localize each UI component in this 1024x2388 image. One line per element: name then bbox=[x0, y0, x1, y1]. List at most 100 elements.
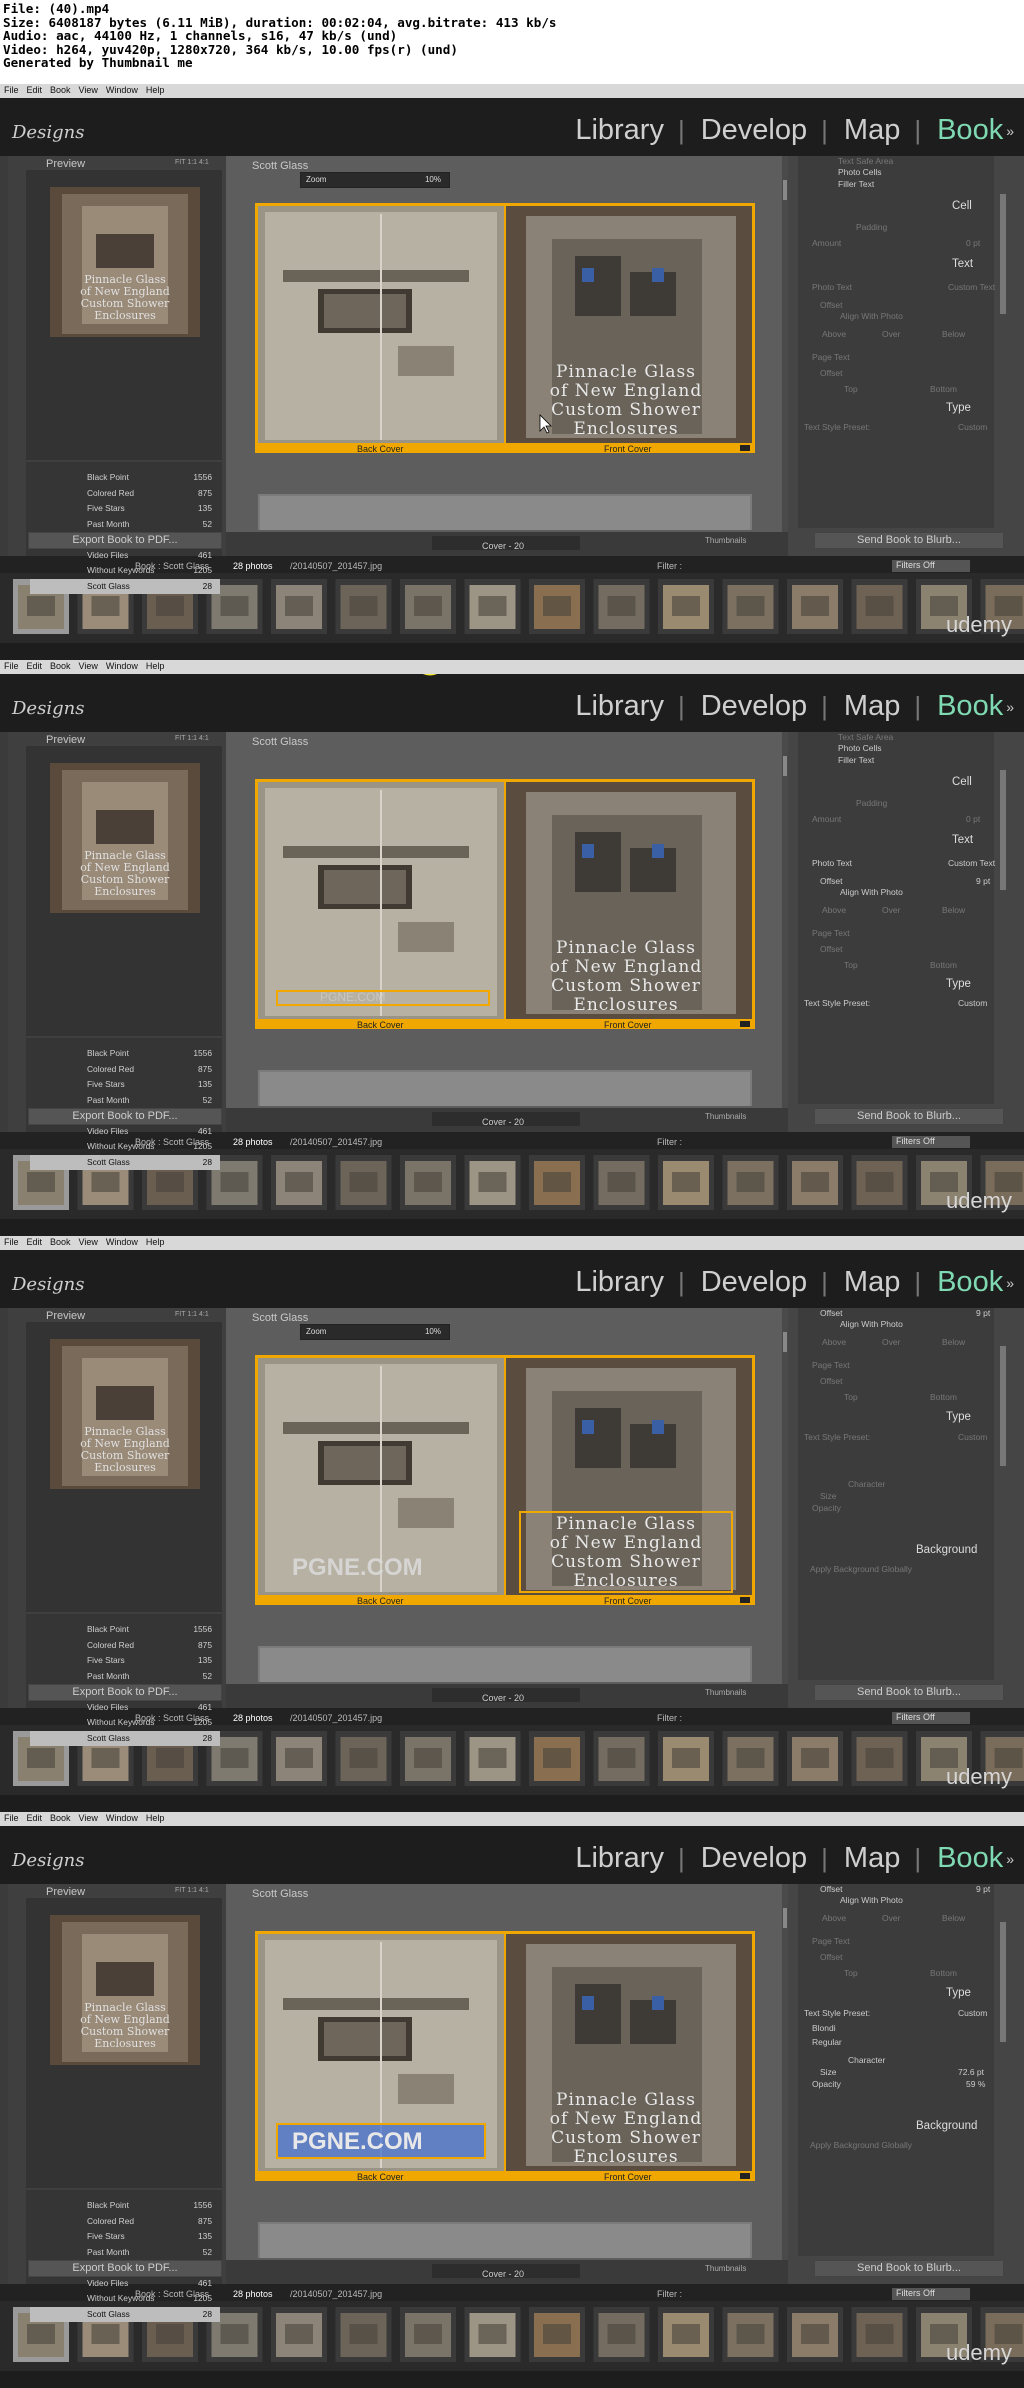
preview-zoom-options[interactable]: FIT 1:1 4:1 bbox=[175, 1887, 209, 1894]
module-book[interactable]: Book bbox=[937, 1266, 1003, 1299]
filmstrip-thumb[interactable] bbox=[529, 1155, 585, 1210]
menu-view[interactable]: View bbox=[79, 1237, 98, 1247]
filmstrip-thumb[interactable] bbox=[464, 2307, 521, 2362]
photo-cells-checkbox[interactable]: Photo Cells bbox=[838, 743, 881, 753]
export-pdf-button[interactable]: Export Book to PDF... bbox=[28, 1108, 222, 1125]
front-cover-text[interactable]: Pinnacle Glass of New England Custom Showe… bbox=[521, 939, 731, 1015]
menu-file[interactable]: File bbox=[4, 85, 19, 95]
module-develop[interactable]: Develop bbox=[701, 690, 807, 723]
collection-row[interactable]: Scott Glass 28 bbox=[30, 1730, 220, 1746]
filmstrip-crumb[interactable]: Book : Scott Glass bbox=[135, 2289, 209, 2299]
filmstrip-thumb[interactable] bbox=[335, 1155, 392, 1210]
align-photo-checkbox[interactable]: Align With Photo bbox=[840, 1895, 903, 1905]
collection-row[interactable]: Scott Glass 28 bbox=[30, 2306, 220, 2322]
text-style-preset-value[interactable]: Custom bbox=[958, 998, 987, 1008]
module-develop[interactable]: Develop bbox=[701, 1842, 807, 1875]
thumbnails-label[interactable]: Thumbnails bbox=[705, 1688, 746, 1697]
filmstrip-thumb[interactable] bbox=[851, 1731, 908, 1786]
below-button[interactable]: Below bbox=[942, 1337, 965, 1347]
collection-row[interactable]: Past Month 52 bbox=[30, 2245, 220, 2261]
over-button[interactable]: Over bbox=[882, 329, 900, 339]
zoom-popover[interactable]: Zoom 10% bbox=[300, 1324, 450, 1340]
menu-help[interactable]: Help bbox=[146, 85, 165, 95]
type-section-header[interactable]: Type bbox=[946, 978, 971, 990]
collection-row[interactable]: Past Month 52 bbox=[30, 517, 220, 533]
filmstrip-thumb[interactable] bbox=[851, 579, 908, 634]
filmstrip-thumb[interactable] bbox=[787, 2307, 843, 2362]
front-cover-text[interactable]: Pinnacle Glass of New England Custom Showe… bbox=[521, 363, 731, 439]
preview-zoom-options[interactable]: FIT 1:1 4:1 bbox=[175, 159, 209, 166]
collection-row[interactable]: Five Stars 135 bbox=[30, 2229, 220, 2245]
menu-book[interactable]: Book bbox=[50, 1813, 71, 1823]
cover-page-control[interactable]: Cover - 20 bbox=[482, 541, 524, 551]
menu-help[interactable]: Help bbox=[146, 1237, 165, 1247]
filmstrip-thumb[interactable] bbox=[335, 579, 392, 634]
type-section-header[interactable]: Type bbox=[946, 402, 971, 414]
module-develop[interactable]: Develop bbox=[701, 1266, 807, 1299]
filmstrip-thumb[interactable] bbox=[851, 2307, 908, 2362]
menu-edit[interactable]: Edit bbox=[27, 661, 43, 671]
filmstrip-thumb[interactable] bbox=[851, 1155, 908, 1210]
align-photo-checkbox[interactable]: Align With Photo bbox=[840, 887, 903, 897]
cell-section-header[interactable]: Cell bbox=[952, 200, 972, 212]
collection-row[interactable]: Scott Glass 28 bbox=[30, 578, 220, 594]
top-button[interactable]: Top bbox=[844, 1392, 858, 1402]
cover-page-control[interactable]: Cover - 20 bbox=[482, 2269, 524, 2279]
above-button[interactable]: Above bbox=[822, 329, 846, 339]
below-button[interactable]: Below bbox=[942, 905, 965, 915]
filmstrip-thumb[interactable] bbox=[787, 579, 843, 634]
filmstrip-thumb[interactable] bbox=[593, 579, 650, 634]
collection-row[interactable]: Black Point 1556 bbox=[30, 470, 220, 486]
above-button[interactable]: Above bbox=[822, 1913, 846, 1923]
filmstrip-thumb[interactable] bbox=[658, 2307, 714, 2362]
align-photo-checkbox[interactable]: Align With Photo bbox=[840, 311, 903, 321]
above-button[interactable]: Above bbox=[822, 1337, 846, 1347]
filmstrip-thumb[interactable] bbox=[335, 1731, 392, 1786]
photo-text-mode[interactable]: Custom Text bbox=[948, 858, 995, 868]
filmstrip-thumb[interactable] bbox=[722, 1155, 779, 1210]
filmstrip-thumb[interactable] bbox=[271, 1155, 327, 1210]
filmstrip-crumb[interactable]: Book : Scott Glass bbox=[135, 1713, 209, 1723]
filmstrip-thumb[interactable] bbox=[722, 2307, 779, 2362]
align-photo-checkbox[interactable]: Align With Photo bbox=[840, 1319, 903, 1329]
export-pdf-button[interactable]: Export Book to PDF... bbox=[28, 1684, 222, 1701]
collection-row[interactable]: Past Month 52 bbox=[30, 1669, 220, 1685]
collection-row[interactable]: Five Stars 135 bbox=[30, 1077, 220, 1093]
send-blurb-button[interactable]: Send Book to Blurb... bbox=[814, 1108, 1004, 1125]
over-button[interactable]: Over bbox=[882, 1913, 900, 1923]
back-cover-text[interactable]: PGNE.COM bbox=[292, 1554, 423, 1582]
zoom-popover[interactable]: Zoom 10% bbox=[300, 172, 450, 188]
module-map[interactable]: Map bbox=[844, 1842, 900, 1875]
filmstrip-thumb[interactable] bbox=[593, 2307, 650, 2362]
background-section-header[interactable]: Background bbox=[916, 2120, 977, 2132]
over-button[interactable]: Over bbox=[882, 905, 900, 915]
filmstrip-thumb[interactable] bbox=[787, 1731, 843, 1786]
cover-page-control[interactable]: Cover - 20 bbox=[482, 1117, 524, 1127]
collection-row[interactable]: Black Point 1556 bbox=[30, 1622, 220, 1638]
page-text-checkbox[interactable]: Page Text bbox=[812, 1936, 850, 1946]
module-book[interactable]: Book bbox=[937, 690, 1003, 723]
menu-window[interactable]: Window bbox=[106, 85, 138, 95]
cell-section-header[interactable]: Cell bbox=[952, 776, 972, 788]
type-section-header[interactable]: Type bbox=[946, 1987, 971, 1999]
photo-text-checkbox[interactable]: Photo Text bbox=[812, 282, 852, 292]
filmstrip-thumb[interactable] bbox=[271, 579, 327, 634]
menu-help[interactable]: Help bbox=[146, 661, 165, 671]
style-select[interactable]: Regular bbox=[812, 2037, 842, 2047]
bottom-button[interactable]: Bottom bbox=[930, 960, 957, 970]
top-button[interactable]: Top bbox=[844, 1968, 858, 1978]
module-map[interactable]: Map bbox=[844, 690, 900, 723]
export-pdf-button[interactable]: Export Book to PDF... bbox=[28, 2260, 222, 2277]
collection-row[interactable]: Colored Red 875 bbox=[30, 486, 220, 502]
menu-help[interactable]: Help bbox=[146, 1813, 165, 1823]
menu-view[interactable]: View bbox=[79, 661, 98, 671]
collection-row[interactable]: Black Point 1556 bbox=[30, 2198, 220, 2214]
collection-row[interactable]: Five Stars 135 bbox=[30, 501, 220, 517]
front-cover-text[interactable]: Pinnacle Glass of New England Custom Showe… bbox=[521, 1515, 731, 1591]
apply-background-checkbox[interactable]: Apply Background Globally bbox=[810, 1564, 912, 1574]
preview-zoom-options[interactable]: FIT 1:1 4:1 bbox=[175, 735, 209, 742]
filmstrip-thumb[interactable] bbox=[529, 579, 585, 634]
send-blurb-button[interactable]: Send Book to Blurb... bbox=[814, 532, 1004, 549]
text-section-header[interactable]: Text bbox=[952, 258, 973, 270]
bottom-button[interactable]: Bottom bbox=[930, 1392, 957, 1402]
